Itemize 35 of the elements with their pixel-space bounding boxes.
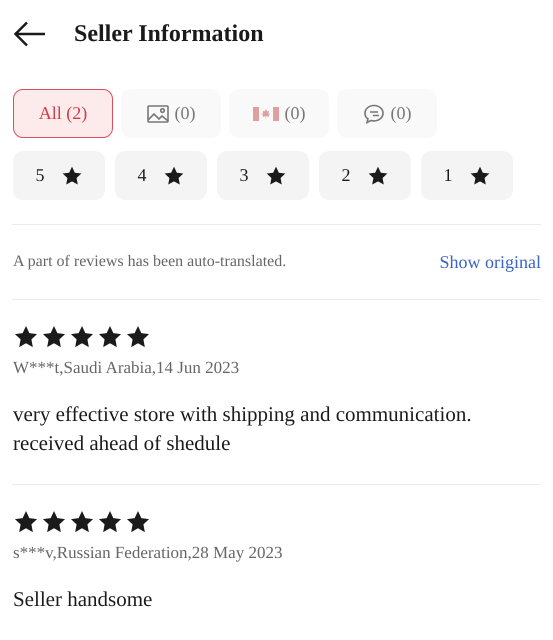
star-icon [69, 509, 95, 535]
review-meta: s***v,Russian Federation,28 May 2023 [13, 543, 284, 563]
star-icon [468, 164, 490, 186]
star-icon [41, 324, 67, 350]
star-icon [366, 164, 388, 186]
star-icon [41, 509, 67, 535]
filter-tab[interactable]: (0) [229, 89, 329, 138]
star-icon [13, 509, 39, 535]
star-icon [162, 164, 184, 186]
filter-tab[interactable]: (0) [337, 89, 437, 138]
filter-tab[interactable]: (0) [121, 89, 221, 138]
star-icon [125, 509, 151, 535]
star-filter-button[interactable]: 3 [217, 151, 309, 200]
star-filter-button[interactable]: 4 [115, 151, 207, 200]
comment-icon [362, 104, 384, 124]
star-icon [264, 164, 286, 186]
star-icon [125, 324, 151, 350]
star-icon [97, 324, 123, 350]
star-filter-button[interactable]: 5 [13, 151, 105, 200]
review-text: very effective store with shipping and communication. received ahead of shedule [13, 401, 473, 457]
review-meta: W***t,Saudi Arabia,14 Jun 2023 [13, 358, 240, 378]
translation-note: A part of reviews has been auto-translated. [13, 253, 286, 271]
review-text: Seller handsome [13, 586, 154, 613]
star-filter-button[interactable]: 2 [319, 151, 411, 200]
star-filter-button[interactable]: 1 [421, 151, 513, 200]
back-icon[interactable] [14, 21, 46, 47]
filter-tab[interactable]: All (2) [13, 89, 113, 138]
star-icon [97, 509, 123, 535]
show-original-link[interactable]: Show original [440, 252, 541, 272]
star-icon [60, 164, 82, 186]
star-icon [69, 324, 95, 350]
page-title: Seller Information [74, 20, 264, 48]
star-icon [13, 324, 39, 350]
image-icon [146, 104, 168, 122]
flag-icon [252, 106, 278, 120]
